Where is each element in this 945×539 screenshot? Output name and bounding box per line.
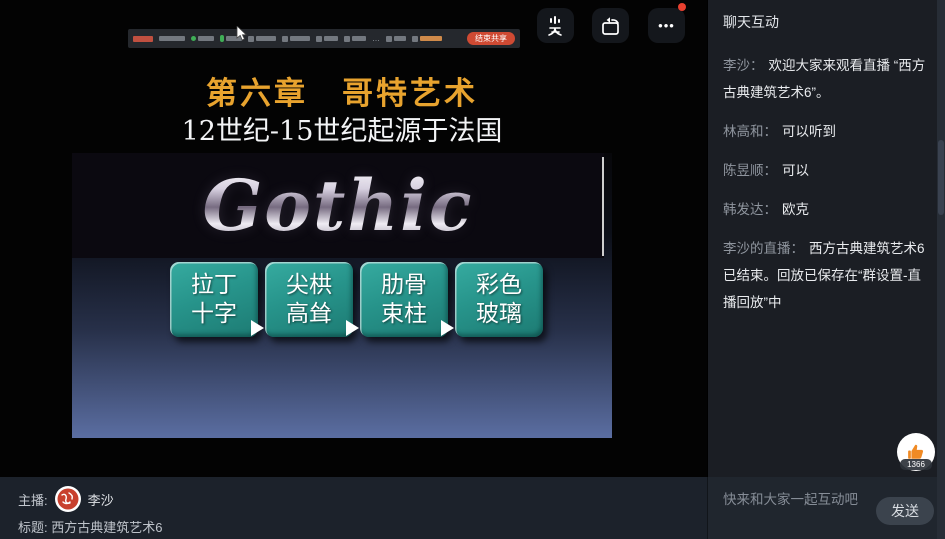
exit-meeting-icon[interactable] (412, 36, 442, 42)
caption-translate-button[interactable] (537, 8, 574, 43)
chat-message: 陈昱顺： 可以 (723, 157, 927, 184)
video-stage: 第六章 哥特艺术 12世纪-15世纪起源于法国 Gothic 拉丁 十字 尖栱 … (0, 0, 707, 477)
network-status-icon[interactable] (191, 36, 214, 41)
concept-box-pointed-arch: 尖栱 高耸 (265, 262, 353, 337)
chat-panel-title: 聊天互动 (708, 0, 937, 32)
box-text: 拉丁 (191, 271, 237, 299)
stream-title-row: 标题: 西方古典建筑艺术6 (18, 517, 162, 536)
gothic-word: Gothic (203, 164, 474, 247)
concept-box-latin-cross: 拉丁 十字 (170, 262, 258, 337)
chat-text: 欧克 (782, 202, 809, 217)
rotate-screen-icon (599, 14, 623, 38)
end-share-button[interactable]: 结束共享 (467, 32, 515, 45)
title-value: 西方古典建筑艺术6 (51, 520, 162, 535)
share-doc-icon[interactable] (344, 36, 366, 42)
scrollbar-track[interactable] (937, 0, 945, 539)
chat-sender: 韩发达： (723, 202, 777, 217)
mouse-cursor (236, 26, 248, 42)
chat-input-bar: 发送 (707, 477, 937, 539)
chat-sender: 陈昱顺： (723, 163, 777, 178)
chat-sender: 李沙的直播： (723, 241, 804, 256)
host-label: 主播: (18, 490, 48, 509)
more-tools-icon[interactable]: … (372, 36, 380, 42)
camera-icon[interactable] (248, 36, 276, 42)
rotate-screen-button[interactable] (592, 8, 629, 43)
chat-message: 林高和： 可以听到 (723, 118, 927, 145)
box-text: 玻璃 (476, 300, 522, 328)
concept-box-stained-glass: 彩色 玻璃 (455, 262, 543, 337)
flow-arrow-icon (251, 320, 264, 336)
more-options-button[interactable]: ••• (648, 8, 685, 43)
chat-message-input[interactable] (723, 487, 873, 511)
members-icon[interactable] (282, 36, 310, 42)
speech-to-text-icon (545, 15, 567, 37)
text-cursor (602, 157, 604, 256)
chat-text: 可以听到 (782, 124, 836, 139)
chat-sender: 李沙： (723, 58, 764, 73)
live-stream-window: 第六章 哥特艺术 12世纪-15世纪起源于法国 Gothic 拉丁 十字 尖栱 … (0, 0, 945, 539)
box-text: 肋骨 (381, 271, 427, 299)
meeting-info-icon[interactable] (133, 36, 153, 42)
host-avatar (55, 486, 81, 512)
settings-icon[interactable] (386, 36, 406, 42)
title-label: 标题: (18, 520, 48, 535)
ellipsis-icon: ••• (658, 19, 675, 32)
flow-arrow-icon (441, 320, 454, 336)
screen-share-toolbar: … 结束共享 (128, 29, 520, 48)
chat-sender: 林高和： (723, 124, 777, 139)
like-count-badge: 1366 (900, 459, 932, 470)
flow-arrow-icon (346, 320, 359, 336)
host-info-bar: 主播: 李沙 标题: 西方古典建筑艺术6 (0, 477, 707, 539)
notification-dot (678, 3, 686, 11)
slide-subtitle: 12世纪-15世纪起源于法国 (72, 109, 612, 148)
host-name: 李沙 (88, 490, 114, 509)
scrollbar-thumb[interactable] (938, 140, 944, 215)
box-text: 束柱 (381, 300, 427, 328)
chat-message: 韩发达： 欧克 (723, 196, 927, 223)
meeting-timer (159, 36, 185, 41)
send-button[interactable]: 发送 (876, 497, 934, 525)
chat-system-message: 李沙的直播：西方古典建筑艺术6 已结束。回放已保存在“群设置-直播回放”中 (723, 235, 927, 316)
chat-icon[interactable] (316, 36, 338, 42)
box-text: 尖栱 (286, 271, 332, 299)
chat-text: 可以 (782, 163, 809, 178)
chat-message-list: 李沙：欢迎大家来观看直播 “西方古典建筑艺术6”。 林高和： 可以听到 陈昱顺： 可… (708, 32, 937, 316)
like-button[interactable]: 1366 (897, 433, 935, 471)
gothic-banner-image: Gothic (72, 153, 604, 258)
box-text: 十字 (191, 300, 237, 328)
chat-message: 李沙：欢迎大家来观看直播 “西方古典建筑艺术6”。 (723, 52, 927, 106)
slide-chapter-title: 第六章 哥特艺术 (72, 68, 612, 113)
concept-box-rib-columns: 肋骨 束柱 (360, 262, 448, 337)
box-text: 高耸 (286, 300, 332, 328)
chat-panel: 聊天互动 李沙：欢迎大家来观看直播 “西方古典建筑艺术6”。 林高和： 可以听到 … (707, 0, 937, 477)
box-text: 彩色 (476, 271, 522, 299)
